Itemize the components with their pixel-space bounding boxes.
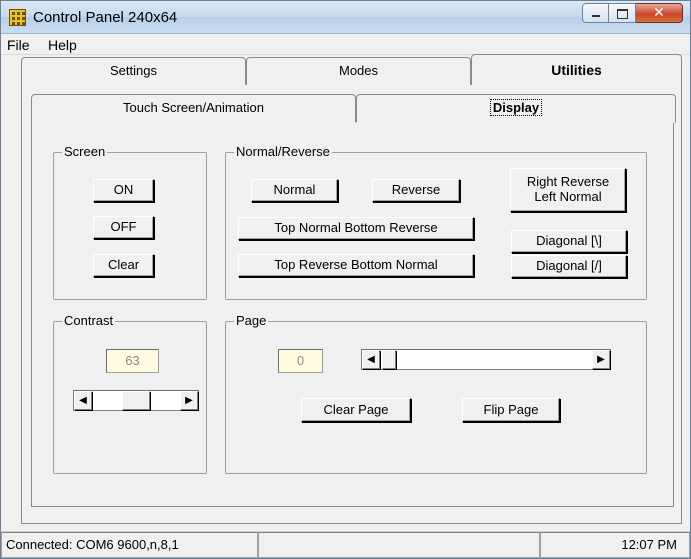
diagonal-backslash-label: Diagonal [\] xyxy=(536,233,602,249)
close-button[interactable]: ✕ xyxy=(636,3,683,23)
utilities-panel: Touch Screen/Animation Display Screen ON… xyxy=(21,85,682,524)
page-left-arrow-icon[interactable]: ◀ xyxy=(362,350,380,369)
status-connection: Connected: COM6 9600,n,8,1 xyxy=(1,532,258,558)
contrast-right-arrow-icon[interactable]: ▶ xyxy=(180,391,198,410)
reverse-label: Reverse xyxy=(391,182,441,198)
diagonal-slash-label: Diagonal [/] xyxy=(536,258,602,274)
normal-reverse-group: Normal/Reverse Normal Reverse Right Reve… xyxy=(225,144,647,300)
left-normal-label: Left Normal xyxy=(534,189,602,204)
tab-touch-screen-animation[interactable]: Touch Screen/Animation xyxy=(31,94,356,122)
tab-display-label: Display xyxy=(489,99,543,116)
right-reverse-left-normal-button[interactable]: Right Reverse Left Normal xyxy=(510,168,626,212)
flip-page-button[interactable]: Flip Page xyxy=(462,398,560,422)
normal-button[interactable]: Normal xyxy=(251,179,338,202)
page-slider-thumb[interactable] xyxy=(382,350,396,369)
page-group-label: Page xyxy=(234,313,269,328)
reverse-button[interactable]: Reverse xyxy=(372,179,460,202)
status-time: 12:07 PM xyxy=(540,532,690,558)
tab-touch-label: Touch Screen/Animation xyxy=(123,100,264,115)
screen-off-label: OFF xyxy=(110,219,137,235)
app-grid-icon xyxy=(9,9,26,26)
page-group: Page 0 ◀ ▶ Clear Page Flip Page xyxy=(225,313,647,474)
minimize-button[interactable] xyxy=(582,3,609,23)
display-panel: Touch Screen/Animation Display Screen ON… xyxy=(31,94,676,507)
clear-page-label: Clear Page xyxy=(323,401,389,417)
screen-clear-button[interactable]: Clear xyxy=(93,254,154,277)
status-time-text: 12:07 PM xyxy=(621,537,677,552)
window-title: Control Panel 240x64 xyxy=(33,9,178,26)
contrast-group: Contrast 63 ◀ ▶ xyxy=(53,313,207,474)
diagonal-backslash-button[interactable]: Diagonal [\] xyxy=(511,230,627,253)
page-right-arrow-icon[interactable]: ▶ xyxy=(592,350,610,369)
status-connection-text: Connected: COM6 9600,n,8,1 xyxy=(6,537,179,552)
tab-utilities[interactable]: Utilities xyxy=(471,54,682,85)
tab-settings[interactable]: Settings xyxy=(21,57,246,85)
app-window: Control Panel 240x64 ✕ File Help Setting… xyxy=(0,0,691,559)
right-reverse-label: Right Reverse xyxy=(526,174,610,190)
contrast-value-field[interactable]: 63 xyxy=(106,349,159,373)
screen-on-label: ON xyxy=(113,182,134,198)
page-slider[interactable]: ◀ ▶ xyxy=(361,349,611,370)
tab-utilities-label: Utilities xyxy=(551,62,602,78)
caption-buttons: ✕ xyxy=(582,3,683,23)
menu-file[interactable]: File xyxy=(7,37,30,53)
clear-page-button[interactable]: Clear Page xyxy=(301,398,411,422)
contrast-value: 63 xyxy=(125,353,140,368)
menu-help[interactable]: Help xyxy=(48,37,77,53)
top-reverse-bottom-normal-label: Top Reverse Bottom Normal xyxy=(274,257,438,273)
contrast-slider[interactable]: ◀ ▶ xyxy=(73,390,199,411)
tab-settings-label: Settings xyxy=(110,63,157,78)
normal-label: Normal xyxy=(273,182,316,198)
status-empty-cell xyxy=(258,532,540,558)
contrast-group-label: Contrast xyxy=(62,313,116,328)
top-normal-bottom-reverse-label: Top Normal Bottom Reverse xyxy=(274,220,438,236)
page-value: 0 xyxy=(296,353,305,368)
tab-display[interactable]: Display xyxy=(356,94,676,123)
top-reverse-bottom-normal-button[interactable]: Top Reverse Bottom Normal xyxy=(238,254,474,277)
diagonal-slash-button[interactable]: Diagonal [/] xyxy=(511,255,627,278)
screen-clear-label: Clear xyxy=(107,257,140,273)
contrast-left-arrow-icon[interactable]: ◀ xyxy=(74,391,92,410)
top-normal-bottom-reverse-button[interactable]: Top Normal Bottom Reverse xyxy=(238,217,474,240)
flip-page-label: Flip Page xyxy=(483,401,539,417)
screen-group: Screen ON OFF Clear xyxy=(53,144,207,300)
screen-off-button[interactable]: OFF xyxy=(93,216,154,239)
title-bar[interactable]: Control Panel 240x64 ✕ xyxy=(1,1,690,34)
screen-on-button[interactable]: ON xyxy=(93,179,154,202)
normal-reverse-group-label: Normal/Reverse xyxy=(234,144,332,159)
contrast-slider-thumb[interactable] xyxy=(122,391,150,410)
screen-group-label: Screen xyxy=(62,144,108,159)
page-value-field[interactable]: 0 xyxy=(278,349,323,373)
menu-bar: File Help xyxy=(1,35,690,55)
status-bar: Connected: COM6 9600,n,8,1 12:07 PM xyxy=(1,531,690,558)
maximize-button[interactable] xyxy=(609,3,636,23)
tab-modes[interactable]: Modes xyxy=(246,57,471,85)
tab-modes-label: Modes xyxy=(338,63,379,78)
